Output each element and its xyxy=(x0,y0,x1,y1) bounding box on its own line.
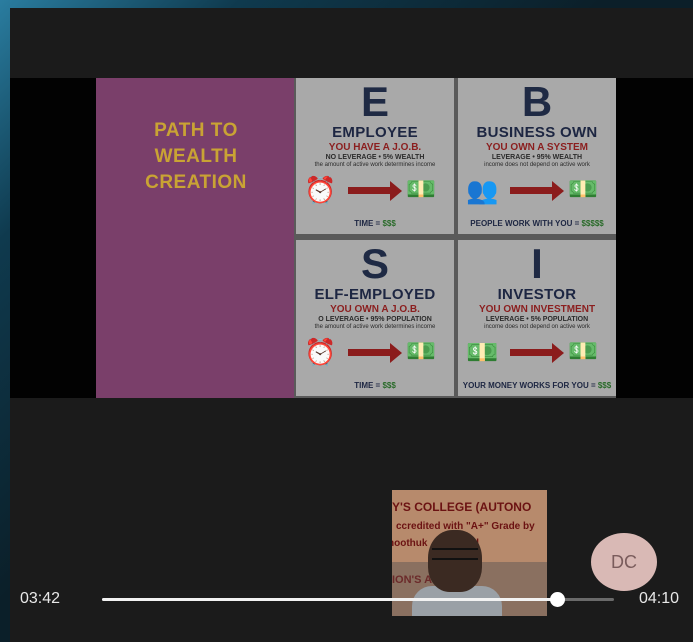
quadrant-subtitle: YOU OWN A SYSTEM xyxy=(485,142,589,153)
quadrant-note: the amount of active work determines inc… xyxy=(314,162,436,168)
quadrant-letter: E xyxy=(360,78,389,125)
slide-title-line: CREATION xyxy=(145,172,247,193)
quadrant-name: EMPLOYEE xyxy=(332,124,418,141)
people-group-icon: 👥 xyxy=(466,175,499,205)
video-frame[interactable]: PATH TO WEALTH CREATION E EMPLOYEE YOU H… xyxy=(10,78,693,398)
quadrant-employee: E EMPLOYEE YOU HAVE A J.O.B. NO LEVERAGE… xyxy=(296,78,454,234)
quadrant-illustration: ⏰ 💵 xyxy=(296,336,454,370)
slide-title: PATH TO WEALTH CREATION xyxy=(116,118,276,196)
quadrant-name: INVESTOR xyxy=(497,286,577,303)
quadrant-subtitle: YOU OWN INVESTMENT xyxy=(478,304,596,315)
quadrant-letter: I xyxy=(531,240,543,287)
slide-title-line: WEALTH xyxy=(154,146,238,167)
participant-avatar[interactable]: DC xyxy=(591,533,657,591)
slide-title-line: PATH TO xyxy=(154,120,238,141)
cash-stack-icon: 💵 xyxy=(406,338,436,365)
current-time: 03:42 xyxy=(20,590,61,607)
quadrant-investor: I INVESTOR YOU OWN INVESTMENT LEVERAGE •… xyxy=(458,240,616,396)
quadrant-business-owner: B BUSINESS OWN YOU OWN A SYSTEM LEVERAGE… xyxy=(458,78,616,234)
quadrant-footer: TIME = $$$ xyxy=(296,381,454,390)
quadrant-footer-money: $$$ xyxy=(382,381,396,390)
cash-stack-icon: 💵 xyxy=(406,176,436,203)
quadrant-self-employed: S ELF-EMPLOYED YOU OWN A J.O.B. O LEVERA… xyxy=(296,240,454,396)
quadrant-footer-money: $$$$$ xyxy=(581,219,604,228)
alarm-clock-icon: ⏰ xyxy=(304,337,337,367)
total-duration: 04:10 xyxy=(639,590,680,607)
quadrant-letter: B xyxy=(521,78,553,125)
quadrant-footer-label: PEOPLE WORK WITH YOU = xyxy=(470,219,582,228)
quadrant-note: income does not depend on active work xyxy=(484,324,590,330)
slide-title-panel: PATH TO WEALTH CREATION xyxy=(96,78,294,398)
quadrant-name: BUSINESS OWN xyxy=(476,124,598,141)
seek-bar-progress xyxy=(102,598,557,601)
cash-stack-icon: 💵 xyxy=(568,338,598,365)
cash-stack-icon: 💵 xyxy=(466,337,499,367)
quadrant-footer: TIME = $$$ xyxy=(296,219,454,228)
quadrant-footer-label: TIME = xyxy=(354,381,383,390)
arrow-right-icon xyxy=(348,343,402,363)
quadrant-detail: O LEVERAGE • 95% POPULATION xyxy=(318,316,432,323)
presenter-glasses xyxy=(432,548,478,560)
banner-text: Y'S COLLEGE (AUTONO xyxy=(392,500,532,514)
quadrant-footer: PEOPLE WORK WITH YOU = $$$$$ xyxy=(458,219,616,228)
presenter-head xyxy=(428,530,482,592)
quadrant-footer-label: TIME = xyxy=(354,219,383,228)
quadrant-note: the amount of active work determines inc… xyxy=(314,324,436,330)
presentation-slide: PATH TO WEALTH CREATION E EMPLOYEE YOU H… xyxy=(96,78,616,398)
quadrant-detail: NO LEVERAGE • 5% WEALTH xyxy=(325,154,425,161)
cash-stack-icon: 💵 xyxy=(568,176,598,203)
quadrant-name: ELF-EMPLOYED xyxy=(314,286,436,303)
quadrant-letter: S xyxy=(360,240,389,287)
video-player[interactable]: PATH TO WEALTH CREATION E EMPLOYEE YOU H… xyxy=(10,8,693,642)
arrow-right-icon xyxy=(510,181,564,201)
arrow-right-icon xyxy=(510,343,564,363)
quadrant-detail: LEVERAGE • 5% POPULATION xyxy=(485,316,589,323)
quadrant-footer-label: YOUR MONEY WORKS FOR YOU = xyxy=(462,381,598,390)
alarm-clock-icon: ⏰ xyxy=(304,175,337,205)
quadrant-illustration: 👥 💵 xyxy=(458,174,616,208)
quadrant-detail: LEVERAGE • 95% WEALTH xyxy=(491,154,583,161)
quadrant-footer-money: $$$ xyxy=(597,381,612,390)
quadrant-footer: YOUR MONEY WORKS FOR YOU = $$$ xyxy=(458,381,616,390)
quadrant-illustration: 💵 💵 xyxy=(458,336,616,370)
quadrant-subtitle: YOU OWN A J.O.B. xyxy=(330,304,420,315)
seek-bar[interactable] xyxy=(102,592,614,607)
seek-bar-handle[interactable] xyxy=(549,592,565,607)
quadrant-footer-money: $$$ xyxy=(382,219,396,228)
quadrant-note: income does not depend on active work xyxy=(484,162,590,168)
arrow-right-icon xyxy=(348,181,402,201)
quadrant-illustration: ⏰ 💵 xyxy=(296,174,454,208)
quadrant-subtitle: YOU HAVE A J.O.B. xyxy=(328,142,422,153)
banner-text: ccredited with "A+" Grade by xyxy=(396,521,535,532)
